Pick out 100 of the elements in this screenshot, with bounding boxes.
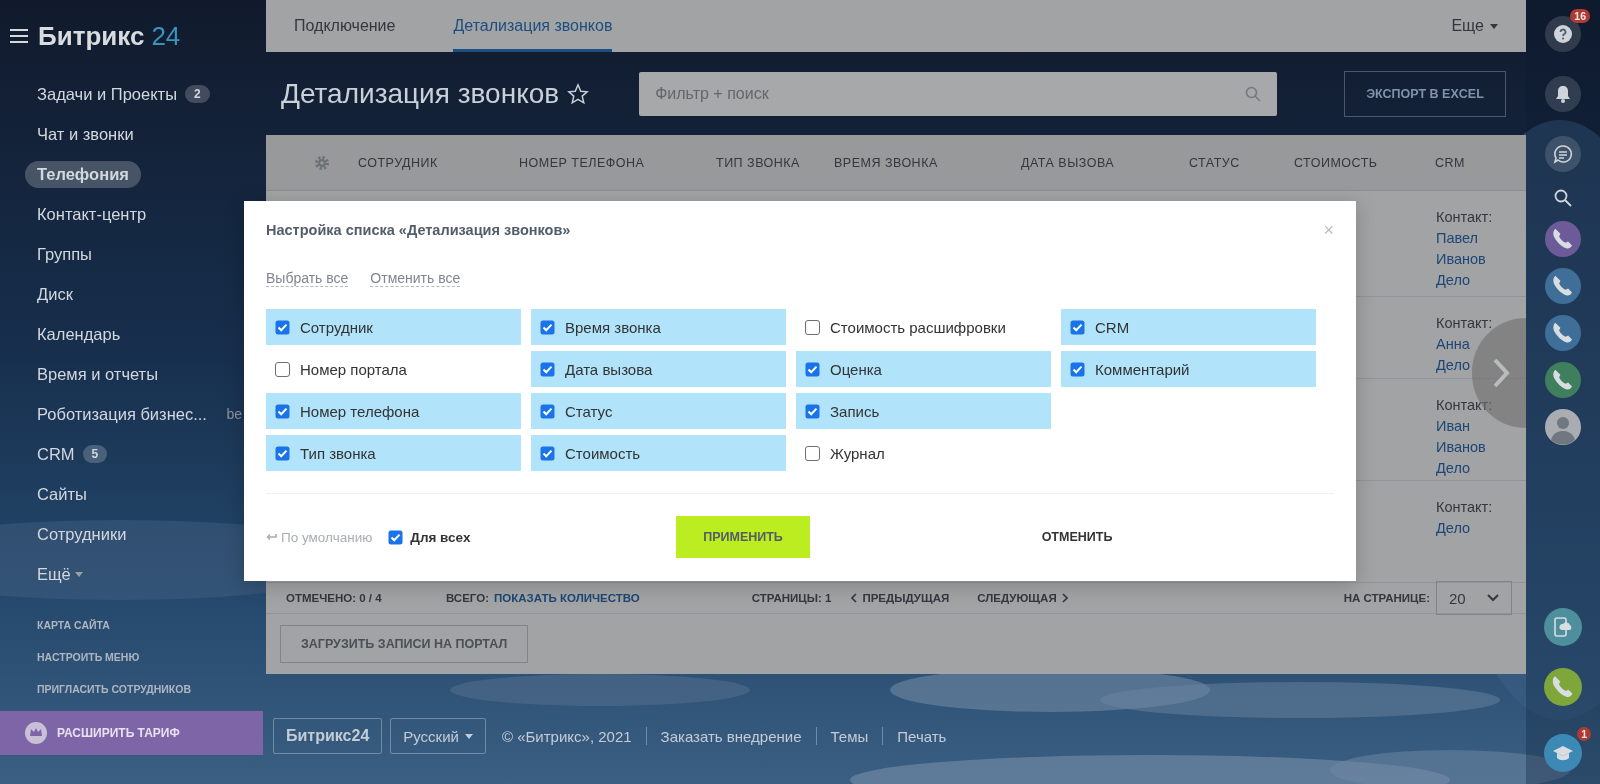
export-button[interactable]: ЭКСПОРТ В EXCEL [1344,70,1506,117]
crm-link[interactable]: Дело [1436,270,1516,291]
column-option[interactable]: Сотрудник [266,309,521,345]
footer-link[interactable]: Печать [897,727,947,745]
phone-call-icon[interactable] [1545,315,1581,351]
column-header[interactable]: ВРЕМЯ ЗВОНКА [834,155,1021,170]
checkbox[interactable] [1070,319,1085,335]
column-option[interactable]: Дата вызова [531,351,786,387]
tab[interactable]: Детализация звонков [453,0,613,52]
search-field[interactable]: Фильтр + поиск [639,71,1278,116]
chevron-right-icon [1061,593,1068,603]
phone-call-icon[interactable] [1545,268,1581,304]
column-option[interactable]: Запись [796,393,1051,429]
sidebar-item[interactable]: Роботизация бизнес... [37,404,207,424]
sidebar-link[interactable]: КАРТА САЙТА [37,619,266,631]
crm-link[interactable]: Дело [1436,355,1516,376]
cloud-phone-icon[interactable] [1544,608,1582,646]
avatar-icon[interactable] [1545,409,1581,445]
checkbox[interactable] [275,403,290,419]
crm-link[interactable]: Дело [1436,518,1516,539]
sidebar-item[interactable]: Диск [37,284,73,304]
column-option[interactable]: Журнал [796,435,1051,471]
more-menu[interactable]: Еще [1451,0,1498,52]
column-header[interactable]: CRM [1435,155,1526,170]
crm-link[interactable]: Анна [1436,334,1516,355]
next-link[interactable]: СЛЕДУЮЩАЯ [977,592,1057,604]
checkbox[interactable] [275,361,290,377]
checkbox[interactable] [540,319,555,335]
crm-link[interactable]: Дело [1436,458,1516,479]
cancel-button[interactable]: ОТМЕНИТЬ [1033,530,1334,544]
checkbox[interactable] [805,319,820,335]
upgrade-button[interactable]: РАСШИРИТЬ ТАРИФ [0,711,263,755]
column-option[interactable]: Тип звонка [266,435,521,471]
phone-icon[interactable] [1544,668,1582,706]
column-option[interactable]: Стоимость [531,435,786,471]
checkbox[interactable] [540,361,555,377]
column-header[interactable]: ДАТА ВЫЗОВА [1021,155,1189,170]
contact-label: Контакт: [1436,397,1493,413]
footer-link[interactable]: Заказать внедрение [660,727,802,745]
sidebar-link[interactable]: ПРИГЛАСИТЬ СОТРУДНИКОВ [37,683,266,695]
footer-link[interactable]: Темы [830,727,869,745]
graduation-cap-icon [1552,744,1574,762]
column-option[interactable]: Комментарий [1061,351,1316,387]
sidebar-item[interactable]: Чат и звонки [37,124,134,144]
checkbox[interactable] [540,403,555,419]
sidebar-item[interactable]: CRM [37,444,75,464]
logo-text: Битрикс [38,20,145,52]
sidebar-item[interactable]: Календарь [37,324,121,344]
upload-button[interactable]: ЗАГРУЗИТЬ ЗАПИСИ НА ПОРТАЛ [280,625,529,663]
menu-icon[interactable] [10,29,28,43]
checkbox[interactable] [275,319,290,335]
show-count-link[interactable]: ПОКАЗАТЬ КОЛИЧЕСТВО [494,592,640,604]
column-option[interactable]: Стоимость расшифровки [796,309,1051,345]
sidebar-item[interactable]: Контакт-центр [37,204,147,224]
sidebar-item[interactable]: Телефония [25,160,141,188]
deselect-all-link[interactable]: Отменить все [370,269,461,287]
column-header[interactable]: СТАТУС [1189,155,1294,170]
for-all-option[interactable]: Для всех [388,529,471,545]
sidebar-item[interactable]: Время и отчеты [37,364,159,384]
notifications-button[interactable] [1545,76,1581,112]
column-option[interactable]: Номер портала [266,351,521,387]
sidebar-item[interactable]: Задачи и Проекты [37,84,177,104]
dialog-title: Настройка списка «Детализация звонков» [266,222,571,238]
sidebar-item[interactable]: Ещё [37,564,71,584]
apply-button[interactable]: ПРИМЕНИТЬ [676,516,810,558]
crm-link[interactable]: Павел Иванов [1436,228,1516,270]
crm-link[interactable]: Иван Иванов [1436,416,1516,458]
column-header[interactable]: СОТРУДНИК [358,155,519,170]
checkbox[interactable] [805,403,820,419]
search-icon[interactable] [1554,189,1572,207]
sidebar-item[interactable]: Сотрудники [37,524,127,544]
chat-button[interactable] [1545,136,1581,172]
footer-logo[interactable]: Битрикс24 [273,718,383,754]
column-option[interactable]: Оценка [796,351,1051,387]
sidebar-item[interactable]: Группы [37,244,92,264]
question-icon [1554,25,1572,43]
checkbox[interactable] [805,361,820,377]
phone-call-icon[interactable] [1545,221,1581,257]
checkbox[interactable] [1070,361,1085,377]
column-option[interactable]: Статус [531,393,786,429]
checkbox[interactable] [805,445,820,461]
select-all-link[interactable]: Выбрать все [266,269,349,287]
phone-call-icon[interactable] [1545,362,1581,398]
language-select[interactable]: Русский [390,718,486,754]
column-header[interactable]: НОМЕР ТЕЛЕФОНА [519,155,716,170]
column-header[interactable]: СТОИМОСТЬ [1294,155,1435,170]
sidebar-item[interactable]: Сайты [37,484,87,504]
checkbox[interactable] [275,445,290,461]
column-option[interactable]: CRM [1061,309,1316,345]
star-icon[interactable] [567,82,590,105]
previous-link[interactable]: ПРЕДЫДУЩАЯ [862,592,950,604]
contact-label: Контакт: [1436,209,1493,225]
per-page-select[interactable]: 20 [1436,581,1512,615]
tab[interactable]: Подключение [294,0,396,52]
sidebar-link[interactable]: НАСТРОИТЬ МЕНЮ [37,651,266,663]
column-option[interactable]: Номер телефона [266,393,521,429]
column-header[interactable]: ТИП ЗВОНКА [716,155,834,170]
checkbox[interactable] [540,445,555,461]
checkbox[interactable] [388,529,404,545]
column-option[interactable]: Время звонка [531,309,786,345]
